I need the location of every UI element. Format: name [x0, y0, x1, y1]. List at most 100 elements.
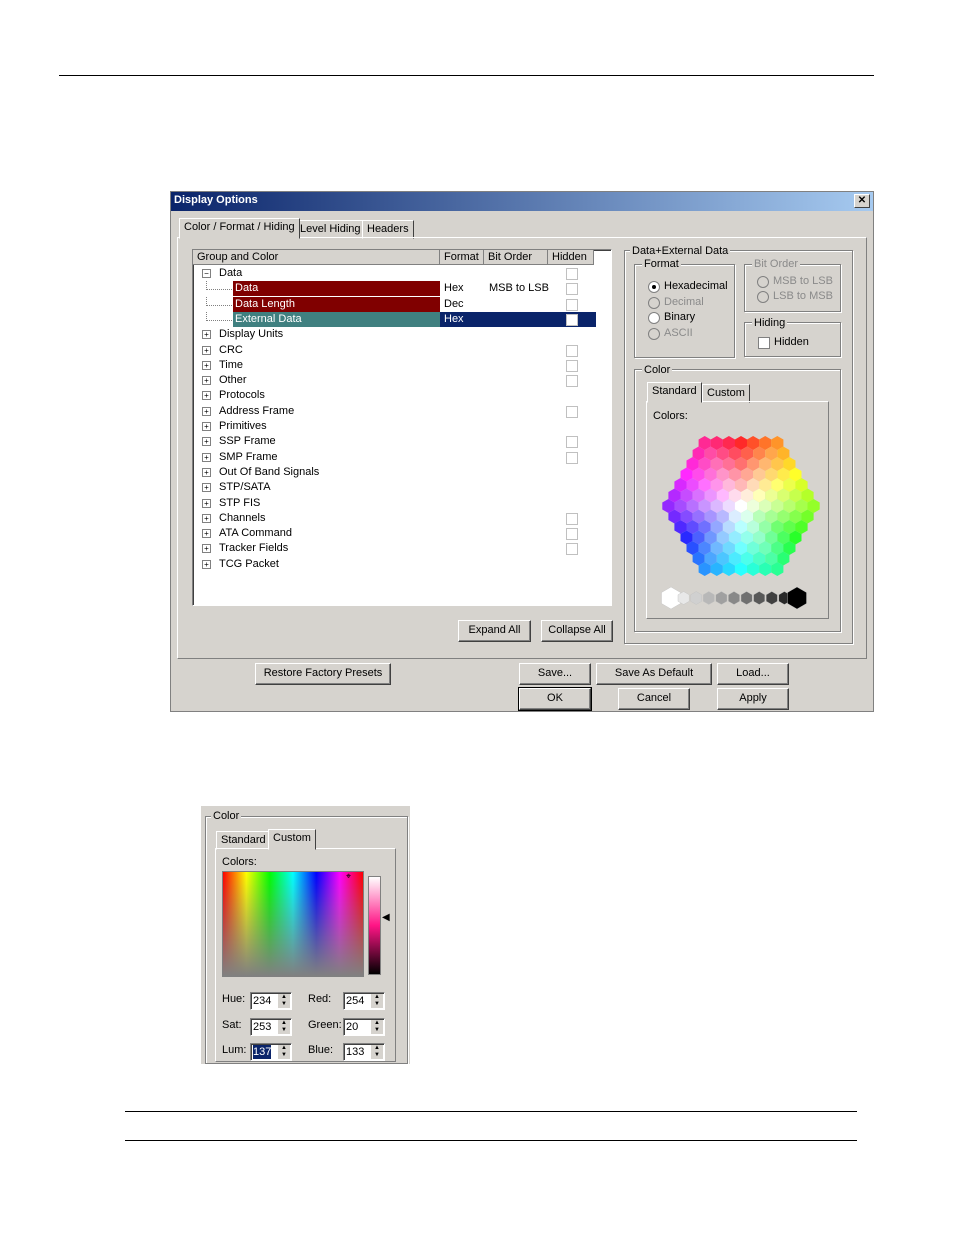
cancel-button[interactable]: Cancel	[618, 688, 690, 710]
load-button[interactable]: Load...	[717, 663, 789, 685]
grey-swatch[interactable]	[661, 586, 681, 610]
spin-arrows-icon[interactable]: ▲ ▼	[371, 1020, 383, 1034]
expand-icon[interactable]: +	[202, 391, 211, 401]
grey-swatch[interactable]	[715, 591, 728, 605]
hidden-checkbox[interactable]	[566, 528, 578, 541]
tree-row[interactable]: + Protocols	[193, 388, 611, 403]
collapse-all-button[interactable]: Collapse All	[541, 620, 613, 642]
hue-sat-spectrum[interactable]	[222, 871, 364, 977]
hue-spinner[interactable]: 234 ▲ ▼	[250, 992, 292, 1010]
tree-row[interactable]: + SMP Frame	[193, 450, 611, 465]
tree-row[interactable]: + Time	[193, 358, 611, 373]
tree-row[interactable]: + Tracker Fields	[193, 541, 611, 556]
spin-arrows-icon[interactable]: ▲ ▼	[278, 1020, 290, 1034]
spin-arrows-icon[interactable]: ▲ ▼	[278, 994, 290, 1008]
hidden-checkbox[interactable]	[566, 512, 578, 525]
apply-button[interactable]: Apply	[717, 688, 789, 710]
tree-row[interactable]: Data Length Dec	[193, 296, 611, 312]
spin-arrows-icon[interactable]: ▲ ▼	[278, 1045, 290, 1059]
tab-color-format-hiding[interactable]: Color / Format / Hiding	[179, 218, 300, 239]
expand-icon[interactable]: +	[202, 345, 211, 355]
tree-row[interactable]: + Other	[193, 373, 611, 388]
hue-value[interactable]: 234	[253, 994, 271, 1008]
grey-swatch[interactable]	[690, 591, 702, 605]
tree-row[interactable]: External Data Hex	[193, 311, 611, 327]
tree-row[interactable]: + STP/SATA	[193, 480, 611, 495]
hidden-checkbox[interactable]	[758, 337, 770, 349]
tree-row[interactable]: + Address Frame	[193, 404, 611, 419]
spin-arrows-icon[interactable]: ▲ ▼	[371, 994, 383, 1008]
ok-button[interactable]: OK	[518, 687, 592, 711]
tree-row[interactable]: + STP FIS	[193, 496, 611, 511]
blue-spinner[interactable]: 133 ▲ ▼	[343, 1043, 385, 1061]
hidden-checkbox[interactable]	[566, 375, 578, 388]
col-hidden[interactable]: Hidden	[548, 250, 594, 265]
grey-swatch[interactable]	[753, 591, 765, 605]
green-spinner[interactable]: 20 ▲ ▼	[343, 1018, 385, 1036]
grey-swatch[interactable]	[703, 591, 715, 605]
tree-row[interactable]: + Channels	[193, 511, 611, 526]
expand-icon[interactable]: +	[202, 483, 211, 493]
blue-value[interactable]: 133	[346, 1045, 364, 1059]
hidden-checkbox[interactable]	[566, 405, 578, 418]
close-icon[interactable]: ✕	[854, 194, 870, 208]
save-as-default-button[interactable]: Save As Default	[596, 663, 712, 685]
sat-spinner[interactable]: 253 ▲ ▼	[250, 1018, 292, 1036]
tree-row[interactable]: − Data	[193, 266, 611, 281]
expand-icon[interactable]: +	[202, 467, 211, 477]
sat-value[interactable]: 253	[253, 1020, 271, 1034]
save-button[interactable]: Save...	[519, 663, 591, 685]
hidden-checkbox[interactable]	[566, 313, 578, 326]
spin-arrows-icon[interactable]: ▲ ▼	[371, 1045, 383, 1059]
hidden-checkbox[interactable]	[566, 344, 578, 357]
hidden-checkbox[interactable]	[566, 543, 578, 556]
tree-row[interactable]: + Out Of Band Signals	[193, 465, 611, 480]
tree-row[interactable]: + Display Units	[193, 327, 611, 342]
expand-icon[interactable]: +	[202, 452, 211, 462]
lum-spinner[interactable]: 137 ▲ ▼	[250, 1043, 292, 1061]
col-format[interactable]: Format	[440, 250, 484, 265]
tab-custom-2[interactable]: Custom	[268, 829, 316, 850]
expand-icon[interactable]: +	[202, 544, 211, 554]
expand-all-button[interactable]: Expand All	[458, 620, 531, 642]
lum-value[interactable]: 137	[253, 1045, 272, 1059]
expand-icon[interactable]: +	[202, 360, 211, 370]
crosshair-marker[interactable]: ⌖	[346, 872, 355, 881]
grey-swatch[interactable]	[728, 591, 740, 605]
expand-icon[interactable]: +	[202, 513, 211, 523]
tree-row[interactable]: + CRC	[193, 343, 611, 358]
collapse-icon[interactable]: −	[202, 269, 211, 278]
format-radio-binary[interactable]	[648, 312, 660, 324]
hidden-checkbox[interactable]	[566, 359, 578, 372]
col-bit-order[interactable]: Bit Order	[484, 250, 548, 265]
red-spinner[interactable]: 254 ▲ ▼	[343, 992, 385, 1010]
hidden-checkbox[interactable]	[566, 451, 578, 464]
group-tree-grid[interactable]: Group and Color Format Bit Order Hidden …	[192, 249, 612, 606]
expand-icon[interactable]: +	[202, 437, 211, 447]
restore-factory-presets-button[interactable]: Restore Factory Presets	[255, 663, 391, 685]
tree-row[interactable]: + ATA Command	[193, 526, 611, 541]
tree-row[interactable]: + SSP Frame	[193, 434, 611, 449]
hidden-checkbox[interactable]	[566, 298, 578, 311]
expand-icon[interactable]: +	[202, 376, 211, 386]
grey-swatch[interactable]	[766, 591, 778, 605]
grey-swatch[interactable]	[787, 586, 807, 610]
expand-icon[interactable]: +	[202, 559, 211, 569]
expand-icon[interactable]: +	[202, 406, 211, 416]
hidden-checkbox[interactable]	[566, 436, 578, 449]
color-hexagon-palette[interactable]	[661, 430, 821, 620]
col-group-and-color[interactable]: Group and Color	[193, 250, 440, 265]
expand-icon[interactable]: +	[202, 330, 211, 340]
hidden-checkbox[interactable]	[566, 268, 578, 280]
expand-icon[interactable]: +	[202, 529, 211, 539]
red-value[interactable]: 254	[346, 994, 364, 1008]
tree-row[interactable]: + TCG Packet	[193, 557, 611, 572]
luminance-bar[interactable]	[368, 876, 381, 975]
color-tab-standard[interactable]: Standard	[647, 382, 702, 403]
luminance-slider-arrow-icon[interactable]: ◀	[382, 912, 390, 923]
tree-row[interactable]: + Primitives	[193, 419, 611, 434]
hidden-checkbox[interactable]	[566, 283, 578, 296]
format-radio-hexadecimal[interactable]	[648, 281, 660, 293]
expand-icon[interactable]: +	[202, 422, 211, 431]
grey-swatch[interactable]	[740, 591, 753, 605]
